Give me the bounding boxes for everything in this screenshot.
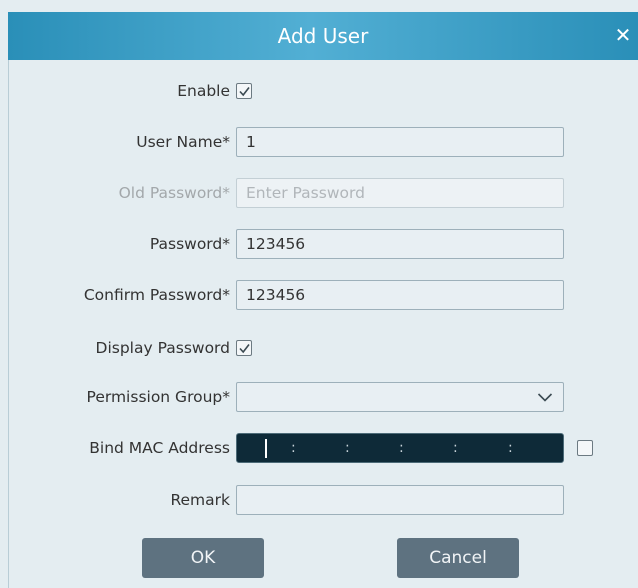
mac-address-field[interactable]: : : : : :	[236, 433, 564, 463]
user-name-field[interactable]: 1	[236, 127, 564, 157]
confirm-password-field[interactable]: 123456	[236, 280, 564, 310]
mac-separator: :	[453, 440, 458, 456]
cancel-button[interactable]: Cancel	[397, 538, 519, 578]
dialog-title-bar: Add User ✕	[8, 12, 638, 60]
dialog-title: Add User	[277, 24, 369, 48]
enable-label: Enable	[177, 82, 230, 100]
close-icon[interactable]: ✕	[610, 20, 636, 50]
chevron-down-icon	[537, 393, 553, 402]
permission-group-select[interactable]	[236, 382, 564, 412]
password-field[interactable]: 123456	[236, 229, 564, 259]
permission-group-label: Permission Group*	[86, 388, 230, 406]
checkmark-icon	[239, 344, 250, 354]
confirm-password-label: Confirm Password*	[83, 286, 230, 304]
enable-checkbox[interactable]	[236, 83, 252, 99]
remark-field[interactable]	[236, 485, 564, 515]
old-password-field[interactable]: Enter Password	[236, 178, 564, 208]
ok-button[interactable]: OK	[142, 538, 264, 578]
add-user-dialog: Add User ✕ Enable User Name* 1 Old Passw…	[0, 0, 638, 588]
display-password-label: Display Password	[95, 339, 230, 357]
mac-separator: :	[345, 440, 350, 456]
mac-separator: :	[508, 440, 513, 456]
text-cursor	[265, 439, 267, 458]
display-password-checkbox[interactable]	[236, 340, 252, 356]
remark-label: Remark	[170, 491, 230, 509]
user-name-label: User Name*	[136, 133, 230, 151]
checkmark-icon	[239, 87, 250, 97]
bind-mac-label: Bind MAC Address	[89, 439, 230, 457]
old-password-label: Old Password*	[118, 184, 230, 202]
mac-separator: :	[399, 440, 404, 456]
password-label: Password*	[149, 235, 230, 253]
mac-separator: :	[291, 440, 296, 456]
bind-mac-checkbox[interactable]	[577, 440, 593, 456]
